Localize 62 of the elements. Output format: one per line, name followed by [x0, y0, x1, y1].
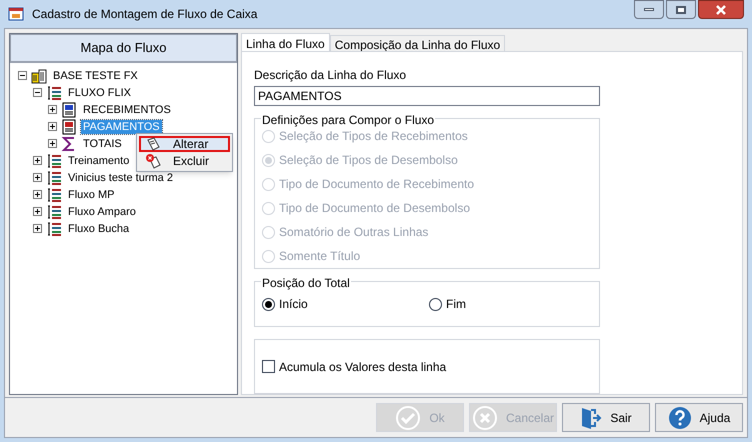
tree-item[interactable]: Vinicius teste turma 2	[66, 170, 175, 185]
minimize-button[interactable]	[634, 0, 664, 19]
expand-icon[interactable]	[33, 207, 42, 216]
radio-label: Tipo de Documento de Desembolso	[279, 200, 470, 218]
expand-icon[interactable]	[33, 190, 42, 200]
expand-icon[interactable]	[33, 156, 42, 166]
exit-button[interactable]: Sair	[562, 403, 650, 432]
delete-icon	[145, 153, 161, 170]
expand-icon[interactable]	[33, 173, 42, 182]
radio-label: Tipo de Documento de Recebimento	[279, 176, 474, 194]
radio-label: Início	[279, 296, 308, 314]
description-field[interactable]: PAGAMENTOS	[254, 86, 600, 106]
window-title: Cadastro de Montagem de Fluxo de Caixa	[32, 6, 258, 24]
tree-item[interactable]: Fluxo Bucha	[66, 222, 132, 236]
menu-item[interactable]: Excluir	[139, 153, 230, 170]
field-label: Descrição da Linha do Fluxo	[254, 67, 408, 84]
tree-item[interactable]: FLUXO FLIX	[66, 86, 133, 100]
list-icon	[46, 220, 62, 237]
panel-header: Mapa do Fluxo	[10, 34, 237, 62]
list-icon	[46, 204, 62, 220]
door-icon	[580, 406, 602, 430]
checkbox-label: Acumula os Valores desta linha	[279, 358, 446, 376]
list-icon	[46, 170, 62, 186]
maximize-button[interactable]	[666, 0, 696, 19]
menu-item[interactable]: Alterar	[139, 136, 230, 152]
tree-item[interactable]: Fluxo Amparo	[66, 204, 138, 219]
tree-item[interactable]: BASE TESTE FX	[51, 68, 140, 83]
list-icon	[46, 84, 62, 101]
collapse-icon[interactable]	[18, 71, 27, 80]
document-icon	[61, 118, 77, 135]
radio-button[interactable]	[262, 298, 275, 311]
expand-icon[interactable]	[48, 139, 57, 148]
list-icon	[46, 186, 62, 203]
expand-icon[interactable]	[48, 122, 57, 132]
check-icon	[395, 404, 422, 431]
document-icon	[61, 102, 77, 118]
tab[interactable]: Composição da Linha do Fluxo	[330, 35, 506, 52]
radio-button[interactable]	[429, 298, 442, 311]
close-icon	[715, 4, 727, 14]
radio-label: Seleção de Tipos de Desembolso	[279, 152, 458, 170]
close-icon	[472, 404, 498, 431]
checkbox[interactable]	[262, 360, 275, 374]
expand-icon[interactable]	[48, 105, 57, 114]
list-icon	[46, 152, 62, 169]
help-icon	[668, 406, 692, 430]
tree-item[interactable]: RECEBIMENTOS	[81, 102, 173, 117]
close-button[interactable]	[698, 0, 744, 19]
pages-icon	[145, 136, 161, 152]
collapse-icon[interactable]	[33, 88, 42, 98]
window-icon	[8, 6, 24, 22]
radio-label: Seleção de Tipos de Recebimentos	[279, 128, 468, 146]
building-icon	[31, 68, 47, 84]
tree-item[interactable]: TOTAIS	[81, 136, 124, 151]
expand-icon[interactable]	[33, 224, 42, 234]
help-button[interactable]: Ajuda	[655, 403, 743, 432]
tab[interactable]: Linha do Fluxo	[241, 33, 330, 52]
radio-label: Somatório de Outras Linhas	[279, 224, 428, 242]
radio-label: Fim	[446, 296, 466, 314]
sigma-icon	[61, 136, 77, 152]
radio-label: Somente Título	[279, 248, 360, 266]
tree-item[interactable]: Fluxo MP	[66, 188, 116, 202]
tree-item[interactable]: Treinamento	[66, 154, 132, 168]
